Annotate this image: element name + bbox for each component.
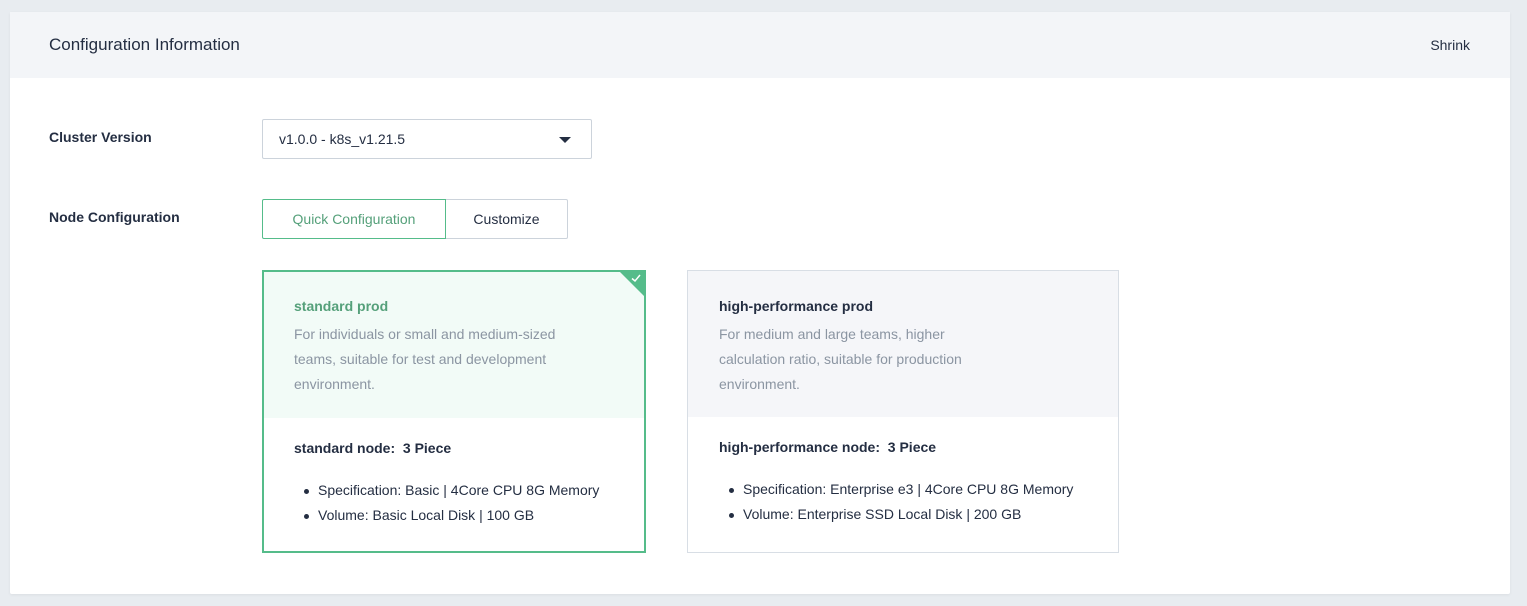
spec-item: Volume: Enterprise SSD Local Disk | 200 … [719,502,1087,527]
card-top: standard prod For individuals or small a… [264,272,644,418]
panel-title: Configuration Information [49,35,240,54]
plan-card-high-performance-prod[interactable]: high-performance prod For medium and lar… [687,270,1119,553]
card-bottom: standard node: 3 Piece Specification: Ba… [264,418,644,528]
tab-quick-configuration[interactable]: Quick Configuration [262,199,446,239]
cluster-version-label: Cluster Version [49,129,152,145]
cluster-version-select[interactable]: v1.0.0 - k8s_v1.21.5 [262,119,592,159]
node-label: high-performance node: [719,439,881,455]
shrink-button[interactable]: Shrink [1430,37,1470,53]
spec-list: Specification: Enterprise e3 | 4Core CPU… [719,477,1087,527]
node-configuration-label: Node Configuration [49,209,180,225]
plan-description: For medium and large teams, higher calcu… [719,326,962,392]
check-icon [631,274,641,283]
card-bottom: high-performance node: 3 Piece Specifica… [688,417,1118,527]
panel-header: Configuration Information Shrink [10,12,1510,78]
node-configuration-tabs: Quick Configuration Customize [262,199,568,239]
tab-customize[interactable]: Customize [446,199,568,239]
node-count-line: high-performance node: 3 Piece [719,439,1087,455]
node-count: 3 Piece [402,440,452,456]
configuration-panel: Configuration Information Shrink Cluster… [10,12,1510,594]
node-count: 3 Piece [887,439,937,455]
node-count-line: standard node: 3 Piece [294,440,614,456]
node-label: standard node: [294,440,396,456]
plan-name: standard prod [294,298,389,314]
plan-name: high-performance prod [719,298,874,314]
spec-item: Specification: Basic | 4Core CPU 8G Memo… [294,478,614,503]
plan-card-standard-prod[interactable]: standard prod For individuals or small a… [262,270,646,553]
spec-item: Volume: Basic Local Disk | 100 GB [294,503,614,528]
chevron-down-icon [559,137,571,143]
spec-item: Specification: Enterprise e3 | 4Core CPU… [719,477,1087,502]
plan-description: For individuals or small and medium-size… [294,326,556,392]
cluster-version-value: v1.0.0 - k8s_v1.21.5 [279,131,406,147]
card-top: high-performance prod For medium and lar… [688,271,1118,417]
spec-list: Specification: Basic | 4Core CPU 8G Memo… [294,478,614,528]
